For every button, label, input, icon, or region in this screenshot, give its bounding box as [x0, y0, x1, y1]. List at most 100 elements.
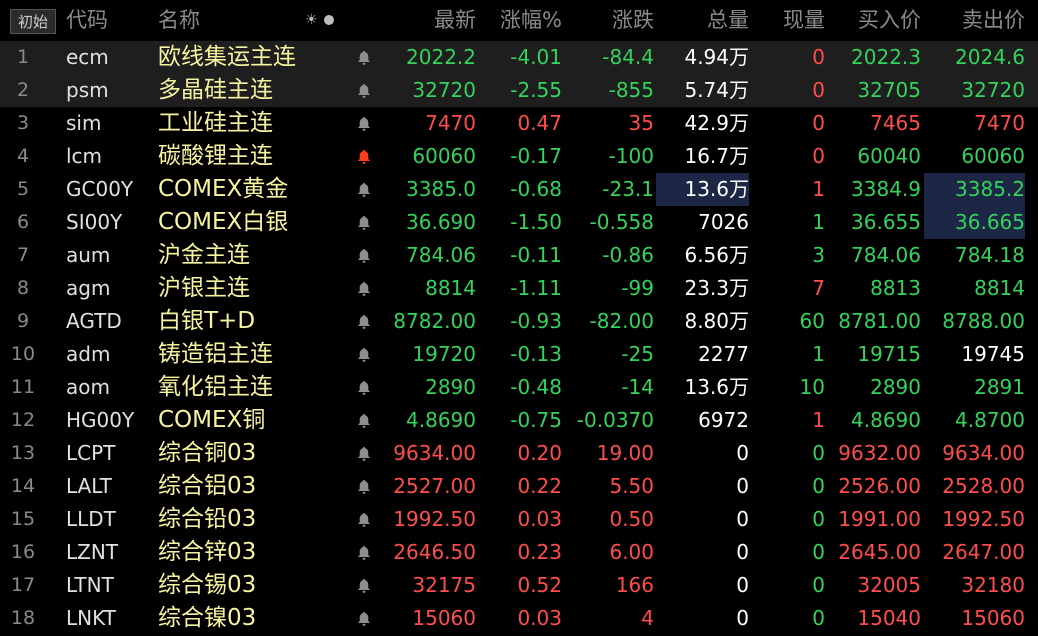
- alert-bell-icon[interactable]: [354, 371, 376, 404]
- table-row[interactable]: 16 LZNT 综合锌03 2646.50 0.23 6.00 0 0 2645.00 2647.…: [0, 536, 1038, 569]
- change-percent: -0.68: [510, 177, 562, 201]
- change-percent: -1.11: [510, 276, 562, 300]
- table-row[interactable]: 8 agm 沪银主连 8814 -1.11 -99 23.3万 7 8813 8814: [0, 272, 1038, 305]
- bid-price: 32005: [857, 573, 921, 597]
- last-price: 36.690: [406, 210, 476, 234]
- alert-bell-icon[interactable]: [354, 173, 376, 206]
- ask-price: 60060: [961, 144, 1025, 168]
- sun-icon[interactable]: ☀: [305, 12, 318, 28]
- col-header-chg[interactable]: 涨跌: [564, 0, 654, 40]
- row-number: 6: [16, 211, 30, 233]
- alert-bell-icon[interactable]: [354, 437, 376, 470]
- current-volume: 0: [812, 540, 825, 564]
- alert-bell-icon[interactable]: [354, 239, 376, 272]
- ask-price: 19745: [961, 342, 1025, 366]
- table-row[interactable]: 18 LNKT 综合镍03 15060 0.03 4 0 0 15040 15060: [0, 602, 1038, 635]
- change-percent: -1.50: [510, 210, 562, 234]
- last-price: 4.8690: [406, 408, 476, 432]
- col-header-vol[interactable]: 总量: [656, 0, 749, 40]
- col-header-cur[interactable]: 现量: [752, 0, 825, 40]
- table-row[interactable]: 7 aum 沪金主连 784.06 -0.11 -0.86 6.56万 3 784.06 784.…: [0, 239, 1038, 272]
- total-volume: 13.6万: [684, 375, 749, 399]
- table-row[interactable]: 10 adm 铸造铝主连 19720 -0.13 -25 2277 1 19715 19745: [0, 338, 1038, 371]
- change-amount: -855: [608, 78, 654, 102]
- alert-bell-icon[interactable]: [354, 272, 376, 305]
- current-volume: 0: [812, 507, 825, 531]
- current-volume: 0: [812, 144, 825, 168]
- contract-code: LLDT: [66, 507, 116, 531]
- ask-price: 32180: [961, 573, 1025, 597]
- contract-code: aom: [66, 375, 110, 399]
- alert-bell-icon[interactable]: [354, 569, 376, 602]
- col-header-ask[interactable]: 卖出价: [924, 0, 1025, 40]
- change-percent: -2.55: [510, 78, 562, 102]
- table-row[interactable]: 15 LLDT 综合铅03 1992.50 0.03 0.50 0 0 1991.00 1992.…: [0, 503, 1038, 536]
- alert-bell-icon[interactable]: [354, 338, 376, 371]
- table-row[interactable]: 12 HG00Y COMEX铜 4.8690 -0.75 -0.0370 6972 1 4.86…: [0, 404, 1038, 437]
- alert-bell-icon[interactable]: [354, 404, 376, 437]
- total-volume: 8.80万: [684, 309, 749, 333]
- alert-bell-icon[interactable]: [354, 470, 376, 503]
- row-number: 16: [10, 541, 36, 563]
- bid-price: 9632.00: [838, 441, 921, 465]
- table-row[interactable]: 13 LCPT 综合铜03 9634.00 0.20 19.00 0 0 9632.00 9634…: [0, 437, 1038, 470]
- col-header-bid[interactable]: 买入价: [827, 0, 921, 40]
- alert-bell-icon[interactable]: [354, 41, 376, 74]
- last-price: 32175: [412, 573, 476, 597]
- row-number: 8: [16, 277, 30, 299]
- bid-price: 60040: [857, 144, 921, 168]
- table-row[interactable]: 14 LALT 综合铝03 2527.00 0.22 5.50 0 0 2526.00 2528.…: [0, 470, 1038, 503]
- row-number: 2: [16, 79, 30, 101]
- contract-name: 铸造铝主连: [158, 341, 273, 367]
- contract-name: 综合锌03: [158, 539, 257, 565]
- table-row[interactable]: 6 SI00Y COMEX白银 36.690 -1.50 -0.558 7026 1 36.65…: [0, 206, 1038, 239]
- total-volume: 7026: [698, 210, 749, 234]
- last-price: 1992.50: [393, 507, 476, 531]
- ask-price: 2528.00: [942, 474, 1025, 498]
- change-amount: -0.86: [602, 243, 654, 267]
- dot-icon[interactable]: [324, 15, 334, 25]
- current-volume: 0: [812, 111, 825, 135]
- ask-price: 2647.00: [942, 540, 1025, 564]
- contract-code: LTNT: [66, 573, 114, 597]
- table-row[interactable]: 9 AGTD 白银T+D 8782.00 -0.93 -82.00 8.80万 60 8781.…: [0, 305, 1038, 338]
- contract-name: 白银T+D: [158, 308, 256, 334]
- col-header-last[interactable]: 最新: [370, 0, 476, 40]
- last-price: 19720: [412, 342, 476, 366]
- total-volume: 5.74万: [684, 78, 749, 102]
- table-row[interactable]: 1 ecm 欧线集运主连 2022.2 -4.01 -84.4 4.94万 0 2022.3 20…: [0, 41, 1038, 74]
- col-header-name[interactable]: 名称: [158, 0, 200, 40]
- last-price: 60060: [412, 144, 476, 168]
- table-row[interactable]: 5 GC00Y COMEX黄金 3385.0 -0.68 -23.1 13.6万 1 3384.…: [0, 173, 1038, 206]
- alert-bell-icon[interactable]: [354, 74, 376, 107]
- col-header-pct[interactable]: 涨幅%: [478, 0, 562, 40]
- ask-price: 8788.00: [942, 309, 1025, 333]
- alert-bell-icon[interactable]: [354, 503, 376, 536]
- header-display-toggles[interactable]: ☀: [305, 12, 337, 28]
- alert-bell-icon[interactable]: [354, 140, 376, 173]
- table-row[interactable]: 3 sim 工业硅主连 7470 0.47 35 42.9万 0 7465 7470: [0, 107, 1038, 140]
- last-price: 32720: [412, 78, 476, 102]
- change-percent: 0.47: [517, 111, 562, 135]
- table-row[interactable]: 17 LTNT 综合锡03 32175 0.52 166 0 0 32005 32180: [0, 569, 1038, 602]
- contract-code: LZNT: [66, 540, 119, 564]
- change-amount: -25: [621, 342, 654, 366]
- ask-price: 2891: [974, 375, 1025, 399]
- table-row[interactable]: 2 psm 多晶硅主连 32720 -2.55 -855 5.74万 0 32705 32720: [0, 74, 1038, 107]
- alert-bell-icon[interactable]: [354, 305, 376, 338]
- alert-bell-icon[interactable]: [354, 602, 376, 635]
- ask-price: 784.18: [955, 243, 1025, 267]
- contract-name: 沪银主连: [158, 275, 250, 301]
- change-amount: -84.4: [602, 45, 654, 69]
- alert-bell-icon[interactable]: [354, 107, 376, 140]
- last-price: 8782.00: [393, 309, 476, 333]
- table-row[interactable]: 4 lcm 碳酸锂主连 60060 -0.17 -100 16.7万 0 60040 60060: [0, 140, 1038, 173]
- init-button[interactable]: 初始: [10, 9, 56, 34]
- total-volume: 0: [736, 474, 749, 498]
- table-row[interactable]: 11 aom 氧化铝主连 2890 -0.48 -14 13.6万 10 2890 2891: [0, 371, 1038, 404]
- alert-bell-icon[interactable]: [354, 536, 376, 569]
- current-volume: 60: [799, 309, 825, 333]
- col-header-code[interactable]: 代码: [66, 0, 108, 40]
- contract-code: LALT: [66, 474, 112, 498]
- alert-bell-icon[interactable]: [354, 206, 376, 239]
